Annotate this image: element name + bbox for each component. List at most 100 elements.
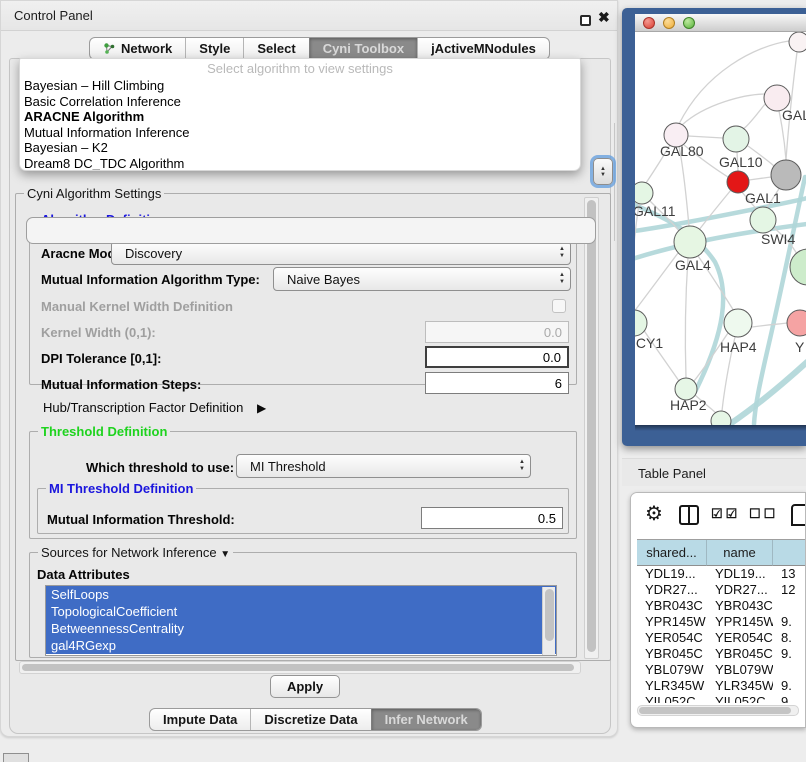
table-cell: 12 bbox=[773, 582, 806, 598]
bottom-tab-discretize-data-label: Discretize Data bbox=[264, 712, 357, 727]
import-table-icon[interactable] bbox=[791, 504, 806, 526]
hidden-combo-stepper[interactable]: ▲▼ bbox=[593, 158, 613, 185]
kernel-width-field[interactable] bbox=[425, 321, 569, 343]
table-row[interactable]: YLR345WYLR345W9. bbox=[637, 678, 806, 694]
tab-jactivemnodules[interactable]: jActiveMNodules bbox=[417, 38, 549, 59]
close-window-icon[interactable] bbox=[643, 17, 655, 29]
tab-network-label: Network bbox=[121, 41, 172, 56]
tab-network[interactable]: Network bbox=[90, 38, 185, 59]
data-attributes-list[interactable]: SelfLoopsTopologicalCoefficientBetweenne… bbox=[45, 585, 557, 656]
which-threshold-label: Which threshold to use: bbox=[86, 460, 234, 475]
settings-horizontal-scrollbar[interactable] bbox=[19, 661, 581, 674]
minimize-window-icon[interactable] bbox=[663, 17, 675, 29]
table-row[interactable]: YBR043CYBR043C bbox=[637, 598, 806, 614]
table-cell: YDR27... bbox=[637, 582, 707, 598]
scrollbar-thumb[interactable] bbox=[639, 707, 791, 714]
network-node-gal10[interactable] bbox=[723, 126, 749, 152]
kernel-width-label: Kernel Width (0,1): bbox=[41, 325, 156, 340]
column-header-shared[interactable]: shared... bbox=[637, 540, 707, 566]
attribute-selfloops[interactable]: SelfLoops bbox=[46, 586, 556, 603]
mi-threshold-field[interactable] bbox=[421, 507, 563, 529]
network-node-y[interactable] bbox=[787, 310, 806, 336]
tab-select[interactable]: Select bbox=[243, 38, 308, 59]
dropdown-item-dream8-dc-tdc-algorithm[interactable]: Dream8 DC_TDC Algorithm bbox=[20, 156, 580, 171]
network-node-hap4[interactable] bbox=[724, 309, 752, 337]
threshold-definition-title: Threshold Definition bbox=[38, 424, 170, 439]
network-node[interactable] bbox=[789, 32, 806, 52]
table-row[interactable]: YPR145WYPR145W9. bbox=[637, 614, 806, 630]
network-node-gal1[interactable] bbox=[750, 207, 776, 233]
bottom-tab-impute-data[interactable]: Impute Data bbox=[150, 709, 250, 730]
zoom-window-icon[interactable] bbox=[683, 17, 695, 29]
network-node-swi4[interactable] bbox=[790, 249, 806, 285]
tab-select-label: Select bbox=[257, 41, 295, 56]
which-threshold-combo[interactable]: MI Threshold ▲▼ bbox=[236, 454, 531, 478]
attribute-topologicalcoefficient[interactable]: TopologicalCoefficient bbox=[46, 603, 556, 620]
mi-steps-label: Mutual Information Steps: bbox=[41, 377, 201, 392]
dock-mini-icon[interactable] bbox=[3, 753, 29, 762]
select-all-checkboxes-icon[interactable]: ☑☑ bbox=[711, 506, 740, 522]
table-cell: YDL19... bbox=[707, 566, 773, 582]
mi-type-combo[interactable]: Naive Bayes ▲▼ bbox=[273, 267, 571, 291]
mi-steps-field[interactable] bbox=[425, 372, 569, 394]
aracne-mode-combo[interactable]: Discovery ▲▼ bbox=[111, 241, 571, 265]
tab-jactivemnodules-label: jActiveMNodules bbox=[431, 41, 536, 56]
canvas-shadow bbox=[635, 425, 806, 431]
sources-group-title[interactable]: Sources for Network Inference ▼ bbox=[38, 545, 233, 560]
tab-cyni-toolbox[interactable]: Cyni Toolbox bbox=[309, 38, 417, 59]
stepper-icon: ▲▼ bbox=[559, 246, 565, 260]
tab-style[interactable]: Style bbox=[185, 38, 243, 59]
manual-kernel-label: Manual Kernel Width Definition bbox=[41, 299, 233, 314]
dropdown-item-bayesian-k2[interactable]: Bayesian – K2 bbox=[20, 140, 580, 156]
float-panel-icon[interactable] bbox=[580, 15, 591, 26]
top-tab-bar: Network Style Select Cyni Toolbox jActiveMNo… bbox=[89, 37, 550, 60]
dropdown-item-basic-correlation-inference[interactable]: Basic Correlation Inference bbox=[20, 94, 580, 110]
network-node[interactable] bbox=[711, 411, 731, 425]
table-row[interactable]: YBR045CYBR045C9. bbox=[637, 646, 806, 662]
table-cell: YBR043C bbox=[637, 598, 707, 614]
dropdown-item-bayesian-hill-climbing[interactable]: Bayesian – Hill Climbing bbox=[20, 78, 580, 94]
table-panel-strip: Table Panel bbox=[622, 458, 806, 486]
dropdown-item-aracne-algorithm[interactable]: ARACNE Algorithm bbox=[20, 109, 580, 125]
network-node[interactable] bbox=[771, 160, 801, 190]
scrollbar-thumb[interactable] bbox=[22, 664, 574, 671]
dpi-tolerance-field[interactable] bbox=[425, 346, 569, 368]
split-columns-icon[interactable] bbox=[679, 505, 699, 525]
attribute-betweennesscentrality[interactable]: BetweennessCentrality bbox=[46, 620, 556, 637]
network-canvas[interactable]: GALGAL80GAL10GAL1GAL11GAL4SWI4GCY1HAP4YH… bbox=[635, 32, 806, 425]
dropdown-item-mutual-information-inference[interactable]: Mutual Information Inference bbox=[20, 125, 580, 141]
table-row[interactable]: YER054CYER054C8. bbox=[637, 630, 806, 646]
table-row[interactable]: YDR27...YDR27...12 bbox=[637, 582, 806, 598]
network-view-window: GALGAL80GAL10GAL1GAL11GAL4SWI4GCY1HAP4YH… bbox=[622, 8, 806, 446]
network-window-titlebar[interactable] bbox=[635, 14, 806, 32]
close-panel-icon[interactable]: ✖ bbox=[598, 9, 610, 26]
deselect-all-checkboxes-icon[interactable]: ☐☐ bbox=[749, 506, 778, 522]
network-edge bbox=[635, 253, 678, 313]
bottom-tab-discretize-data[interactable]: Discretize Data bbox=[250, 709, 370, 730]
scrollbar-thumb[interactable] bbox=[545, 589, 554, 641]
table-toolbar: ⚙ ☑☑ ☐☐ bbox=[631, 493, 805, 537]
network-node-gal4[interactable] bbox=[674, 226, 706, 258]
hidden-network-combo[interactable] bbox=[26, 217, 596, 244]
table-row[interactable]: YDL19...YDL19...13 bbox=[637, 566, 806, 582]
hub-definition-toggle[interactable]: Hub/Transcription Factor Definition ▶ bbox=[43, 400, 266, 415]
scrollbar-thumb[interactable] bbox=[587, 200, 596, 652]
settings-vertical-scrollbar[interactable] bbox=[584, 197, 599, 659]
network-node-gal11[interactable] bbox=[635, 182, 653, 204]
table-row[interactable]: YIL052CYIL052C9. bbox=[637, 694, 806, 703]
bottom-tab-infer-network[interactable]: Infer Network bbox=[371, 709, 481, 730]
attribute-gal4rgexp[interactable]: gal4RGexp bbox=[46, 637, 556, 654]
manual-kernel-checkbox[interactable] bbox=[552, 299, 566, 313]
apply-button[interactable]: Apply bbox=[270, 675, 340, 698]
network-edge bbox=[685, 258, 688, 378]
node-label-gal1: GAL1 bbox=[745, 190, 781, 206]
tab-style-label: Style bbox=[199, 41, 230, 56]
column-header-name[interactable]: name bbox=[707, 540, 773, 566]
attributes-scrollbar[interactable] bbox=[542, 587, 555, 656]
column-header-2[interactable] bbox=[773, 540, 806, 566]
table-cell: 8. bbox=[773, 630, 806, 646]
node-label-gal: GAL bbox=[782, 107, 806, 123]
gear-icon[interactable]: ⚙ bbox=[645, 501, 663, 526]
table-horizontal-scrollbar[interactable] bbox=[637, 705, 799, 716]
table-row[interactable]: YBL079WYBL079W bbox=[637, 662, 806, 678]
